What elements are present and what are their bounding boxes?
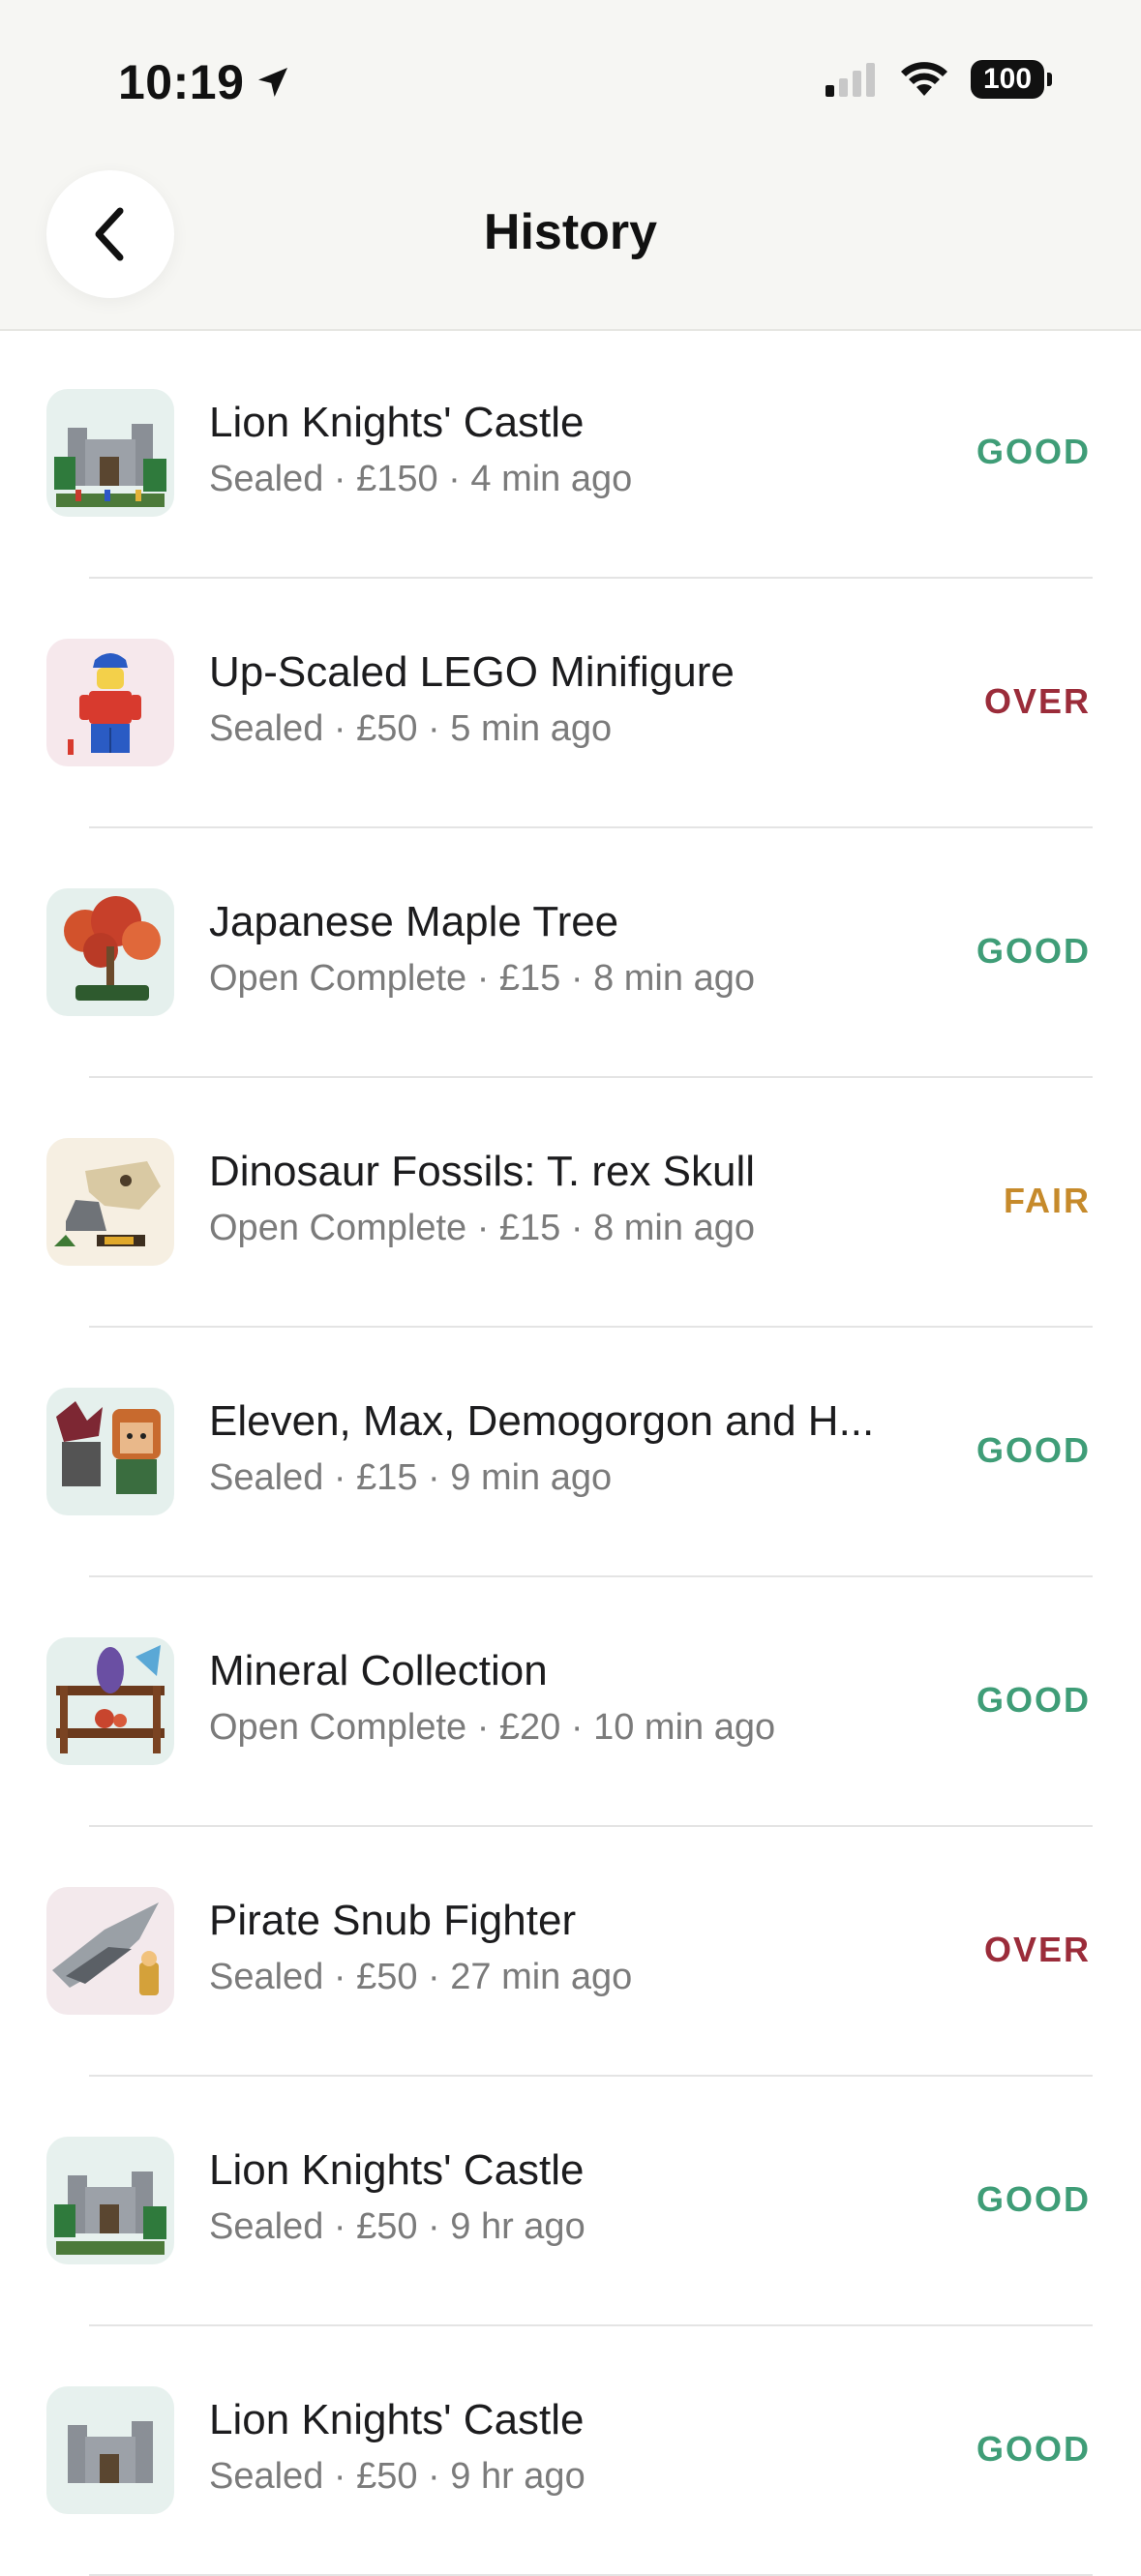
item-subtitle: Sealed · £50 · 27 min ago bbox=[209, 1957, 633, 1997]
history-row[interactable]: Up-Scaled LEGO Minifigure Sealed · £50 ·… bbox=[0, 579, 1141, 828]
rating-badge: GOOD bbox=[976, 432, 1091, 471]
rating-badge: GOOD bbox=[976, 931, 1091, 971]
item-subtitle: Open Complete · £15 · 8 min ago bbox=[209, 958, 755, 999]
wifi-icon bbox=[901, 62, 947, 96]
castle-thumbnail bbox=[46, 2137, 174, 2264]
history-row[interactable]: Eleven, Max, Demogorgon and H... Sealed … bbox=[0, 1328, 1141, 1577]
rating-badge: OVER bbox=[983, 1930, 1091, 1969]
rating-badge: FAIR bbox=[1003, 1181, 1091, 1220]
history-row[interactable]: Dinosaur Fossils: T. rex Skull Open Comp… bbox=[0, 1078, 1141, 1328]
page-title: History bbox=[483, 204, 658, 260]
mineral-thumbnail bbox=[46, 1637, 174, 1765]
snub-fighter-thumbnail bbox=[46, 1887, 174, 2015]
battery-level: 100 bbox=[982, 63, 1033, 95]
history-row[interactable]: Lion Knights' Castle Sealed · £150 · 4 m… bbox=[0, 329, 1141, 579]
header-bar: 10:19 100 History bbox=[0, 0, 1141, 331]
history-row[interactable]: Mineral Collection Open Complete · £20 ·… bbox=[0, 1577, 1141, 1827]
item-title: Lion Knights' Castle bbox=[209, 399, 585, 446]
clock-text: 10:19 bbox=[118, 55, 245, 109]
rating-badge: GOOD bbox=[976, 1680, 1091, 1720]
item-subtitle: Sealed · £150 · 4 min ago bbox=[209, 459, 633, 499]
rating-badge: GOOD bbox=[976, 2179, 1091, 2219]
item-title: Japanese Maple Tree bbox=[209, 898, 619, 945]
item-subtitle: Sealed · £15 · 9 min ago bbox=[209, 1457, 613, 1498]
history-row[interactable]: Lion Knights' Castle Sealed · £50 · 9 hr… bbox=[0, 2077, 1141, 2326]
item-subtitle: Open Complete · £20 · 10 min ago bbox=[209, 1707, 776, 1748]
battery-icon: 100 bbox=[971, 60, 1052, 99]
history-list: Lion Knights' Castle Sealed · £150 · 4 m… bbox=[0, 329, 1141, 2576]
castle-thumbnail bbox=[46, 389, 174, 517]
item-subtitle: Sealed · £50 · 9 hr ago bbox=[209, 2456, 586, 2497]
item-title: Pirate Snub Fighter bbox=[209, 1897, 577, 1944]
trex-skull-thumbnail bbox=[46, 1138, 174, 1266]
item-title: Eleven, Max, Demogorgon and H... bbox=[209, 1397, 875, 1445]
brickheadz-thumbnail bbox=[46, 1388, 174, 1515]
location-arrow-icon bbox=[258, 68, 288, 97]
minifigure-thumbnail bbox=[46, 639, 174, 766]
status-time: 10:19 bbox=[118, 54, 292, 110]
cellular-signal-icon bbox=[826, 63, 875, 97]
item-subtitle: Open Complete · £15 · 8 min ago bbox=[209, 1208, 755, 1248]
castle-thumbnail bbox=[46, 2386, 174, 2514]
item-title: Mineral Collection bbox=[209, 1647, 548, 1694]
maple-tree-thumbnail bbox=[46, 888, 174, 1016]
rating-badge: GOOD bbox=[976, 2429, 1091, 2469]
history-row[interactable]: Pirate Snub Fighter Sealed · £50 · 27 mi… bbox=[0, 1827, 1141, 2077]
item-title: Lion Knights' Castle bbox=[209, 2396, 585, 2443]
item-title: Dinosaur Fossils: T. rex Skull bbox=[209, 1148, 756, 1195]
item-subtitle: Sealed · £50 · 5 min ago bbox=[209, 708, 613, 749]
rating-badge: GOOD bbox=[976, 1430, 1091, 1470]
history-row[interactable]: Japanese Maple Tree Open Complete · £15 … bbox=[0, 828, 1141, 1078]
rating-badge: OVER bbox=[983, 681, 1091, 721]
item-title: Up-Scaled LEGO Minifigure bbox=[209, 648, 735, 696]
item-title: Lion Knights' Castle bbox=[209, 2146, 585, 2194]
history-row[interactable]: Lion Knights' Castle Sealed · £50 · 9 hr… bbox=[0, 2326, 1141, 2576]
status-icons: 100 bbox=[824, 60, 1052, 99]
item-subtitle: Sealed · £50 · 9 hr ago bbox=[209, 2206, 586, 2247]
